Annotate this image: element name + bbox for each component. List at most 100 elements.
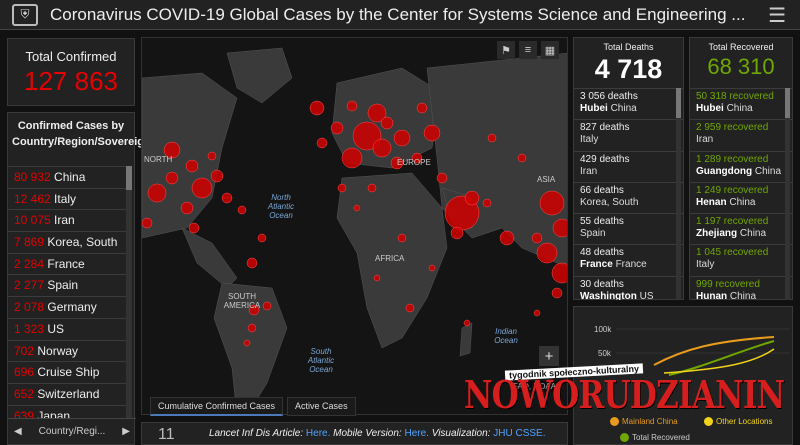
bookmark-icon[interactable]: ⚑	[497, 41, 515, 59]
recovered-place: Henan	[696, 196, 727, 208]
case-bubble[interactable]	[337, 183, 347, 193]
country-row[interactable]: 639 Japan	[8, 404, 128, 418]
country-row[interactable]: 10 075 Iran	[8, 209, 128, 231]
country-row[interactable]: 2 277 Spain	[8, 274, 128, 296]
country-row[interactable]: 1 323 US	[8, 317, 128, 340]
list-item[interactable]: 1 249 recovered Henan China	[690, 181, 792, 213]
world-map[interactable]: NORTH EUROPE ASIA AFRICA SOUTH AMERICA N…	[141, 37, 568, 415]
mobile-link[interactable]: Here.	[404, 428, 428, 439]
case-bubble[interactable]	[221, 192, 233, 204]
case-bubble[interactable]	[257, 233, 267, 243]
tab-active-cases[interactable]: Active Cases	[287, 397, 356, 416]
hamburger-menu-icon[interactable]: ☰	[768, 3, 786, 28]
country-name: Iran	[54, 213, 75, 228]
country-row[interactable]: 12 462 Italy	[8, 187, 128, 210]
case-bubble[interactable]	[246, 257, 258, 269]
case-bubble[interactable]	[405, 303, 415, 313]
case-bubble[interactable]	[450, 226, 464, 240]
recovered-scrollbar[interactable]	[785, 88, 790, 300]
viz-link[interactable]: JHU CSSE.	[493, 428, 545, 439]
chevron-left-icon[interactable]: ◀	[14, 426, 22, 437]
case-bubble[interactable]	[207, 151, 217, 161]
list-item[interactable]: 429 deaths Iran	[574, 150, 683, 182]
case-bubble[interactable]	[243, 339, 251, 347]
country-count: 2 277	[14, 278, 45, 293]
case-bubble[interactable]	[341, 147, 363, 169]
case-bubble[interactable]	[463, 319, 471, 327]
chevron-right-icon[interactable]: ▶	[122, 426, 130, 437]
case-bubble[interactable]	[330, 121, 344, 135]
list-item[interactable]: 48 deaths France France	[574, 244, 683, 275]
list-item[interactable]: 66 deaths Korea, South	[574, 181, 683, 213]
case-bubble[interactable]	[436, 172, 448, 184]
case-bubble[interactable]	[416, 102, 428, 114]
country-list-scrollbar[interactable]	[126, 166, 132, 418]
case-bubble[interactable]	[142, 217, 153, 229]
case-bubble[interactable]	[353, 204, 361, 212]
case-bubble[interactable]	[533, 309, 541, 317]
case-bubble[interactable]	[237, 205, 247, 215]
country-row[interactable]: 696 Cruise Ship	[8, 361, 128, 383]
list-item[interactable]: 3 056 deaths Hubei China	[574, 88, 683, 119]
case-bubble[interactable]	[552, 218, 568, 238]
case-bubble[interactable]	[180, 201, 194, 215]
zoom-in-button[interactable]: +	[539, 346, 559, 366]
case-bubble[interactable]	[536, 242, 558, 264]
list-item[interactable]: 55 deaths Spain	[574, 213, 683, 244]
list-item[interactable]: 1 197 recovered Zhejiang China	[690, 213, 792, 244]
case-bubble[interactable]	[423, 124, 441, 142]
list-icon[interactable]: ≡	[519, 41, 537, 59]
case-bubble[interactable]	[393, 129, 411, 147]
case-bubble[interactable]	[487, 133, 497, 143]
case-bubble[interactable]	[210, 169, 224, 183]
country-name: US	[47, 321, 65, 336]
scrollbar-thumb[interactable]	[676, 88, 681, 118]
case-bubble[interactable]	[499, 230, 515, 246]
case-bubble[interactable]	[539, 190, 565, 216]
deaths-scrollbar[interactable]	[676, 88, 681, 300]
country-row[interactable]: 702 Norway	[8, 339, 128, 362]
case-bubble[interactable]	[367, 183, 377, 193]
list-item[interactable]: 2 959 recovered Iran	[690, 119, 792, 150]
case-bubble[interactable]	[482, 198, 492, 208]
app-header: ⛨ Coronavirus COVID-19 Global Cases by t…	[0, 0, 800, 30]
list-item[interactable]: 1 289 recovered Guangdong China	[690, 150, 792, 182]
case-bubble[interactable]	[551, 287, 563, 299]
case-bubble[interactable]	[247, 323, 257, 333]
scrollbar-thumb[interactable]	[785, 88, 790, 118]
case-bubble[interactable]	[372, 138, 392, 158]
case-bubble[interactable]	[380, 116, 394, 130]
country-row[interactable]: 652 Switzerland	[8, 382, 128, 405]
country-row[interactable]: 7 869 Korea, South	[8, 231, 128, 253]
country-row[interactable]: 2 078 Germany	[8, 296, 128, 318]
scrollbar-thumb[interactable]	[126, 166, 132, 190]
case-bubble[interactable]	[188, 222, 200, 234]
case-bubble[interactable]	[165, 171, 179, 185]
case-bubble[interactable]	[346, 100, 358, 112]
list-item[interactable]: 50 318 recovered Hubei China	[690, 88, 792, 119]
death-count: 55 deaths	[580, 216, 624, 228]
list-item[interactable]: 30 deaths Washington US	[574, 275, 683, 300]
case-bubble[interactable]	[191, 177, 213, 199]
list-item[interactable]: 827 deaths Italy	[574, 119, 683, 150]
case-bubble[interactable]	[185, 159, 199, 173]
article-link[interactable]: Here.	[306, 428, 330, 439]
case-bubble[interactable]	[428, 264, 436, 272]
case-bubble[interactable]	[517, 153, 527, 163]
case-bubble[interactable]	[373, 274, 381, 282]
country-row[interactable]: 80 932 China	[8, 166, 128, 188]
y-tick-label: 50k	[598, 349, 612, 358]
tab-cumulative-confirmed[interactable]: Cumulative Confirmed Cases	[150, 397, 284, 416]
case-bubble[interactable]	[316, 137, 328, 149]
case-bubble[interactable]	[397, 233, 407, 243]
case-bubble[interactable]	[464, 190, 480, 206]
list-item[interactable]: 999 recovered Hunan China	[690, 275, 792, 300]
list-item[interactable]: 1 045 recovered Italy	[690, 244, 792, 275]
case-bubble[interactable]	[309, 100, 325, 116]
case-bubble[interactable]	[551, 262, 568, 284]
qr-code-icon[interactable]: ▦	[541, 41, 559, 59]
case-bubble[interactable]	[531, 232, 543, 244]
country-row[interactable]: 2 284 France	[8, 252, 128, 275]
case-bubble[interactable]	[147, 183, 167, 203]
country-name: Cruise Ship	[37, 365, 100, 380]
